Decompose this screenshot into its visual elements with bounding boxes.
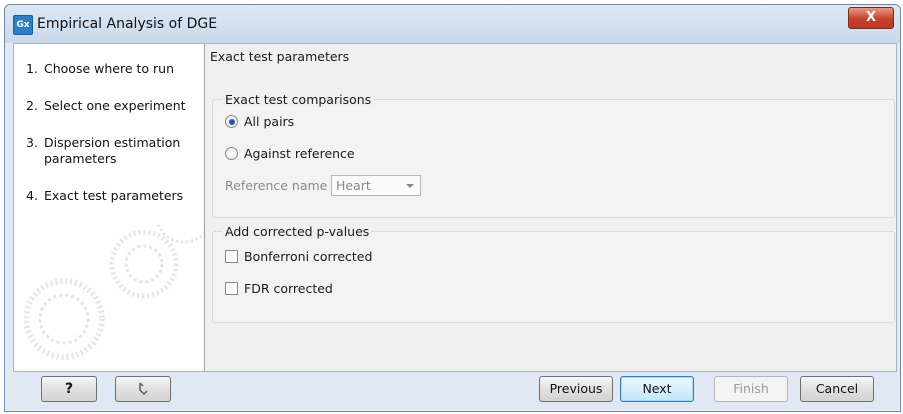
- window-title: Empirical Analysis of DGE: [37, 16, 218, 32]
- app-icon: Gx: [13, 15, 33, 35]
- watermark-logo: [24, 224, 204, 360]
- reference-name-label: Reference name: [225, 178, 328, 193]
- close-button[interactable]: X: [848, 7, 894, 29]
- button-bar: ? Previous Next Finish Cancel: [13, 371, 895, 411]
- wizard-dialog: Gx Empirical Analysis of DGE X 1. Choose…: [4, 4, 901, 412]
- step-label: Exact test parameters: [44, 188, 184, 203]
- radio-against-reference[interactable]: Against reference: [225, 146, 355, 161]
- step-number: 2.: [26, 98, 38, 113]
- step-number: 4.: [26, 188, 38, 203]
- checkbox[interactable]: [225, 250, 238, 263]
- step-choose-where-to-run: 1. Choose where to run: [26, 61, 202, 77]
- finish-button[interactable]: Finish: [714, 376, 788, 402]
- previous-button[interactable]: Previous: [539, 376, 613, 402]
- chevron-down-icon: [406, 184, 414, 188]
- page-title: Exact test parameters: [210, 49, 350, 64]
- step-dispersion-estimation: 3. Dispersion estimation parameters: [26, 135, 186, 167]
- restore-defaults-button[interactable]: [115, 376, 171, 402]
- step-number: 3.: [26, 135, 38, 150]
- step-label: Choose where to run: [44, 61, 174, 76]
- checkbox-fdr[interactable]: FDR corrected: [225, 281, 333, 296]
- dialog-body: 1. Choose where to run 2. Select one exp…: [13, 43, 897, 372]
- checkbox-label: Bonferroni corrected: [244, 249, 373, 264]
- radio-label: Against reference: [244, 146, 355, 161]
- main-panel: Exact test parameters Exact test compari…: [205, 44, 896, 371]
- radio-label: All pairs: [244, 114, 295, 129]
- step-exact-test-parameters: 4. Exact test parameters: [26, 188, 202, 204]
- checkbox[interactable]: [225, 282, 238, 295]
- reference-name-dropdown[interactable]: Heart: [331, 175, 421, 196]
- next-button[interactable]: Next: [620, 376, 694, 402]
- checkbox-bonferroni[interactable]: Bonferroni corrected: [225, 249, 372, 264]
- wizard-steps-panel: 1. Choose where to run 2. Select one exp…: [14, 44, 205, 371]
- group-title: Add corrected p-values: [223, 224, 372, 239]
- step-label: Dispersion estimation parameters: [44, 135, 181, 166]
- exact-test-comparisons-group: Exact test comparisons All pairs Against…: [212, 92, 895, 218]
- cancel-button[interactable]: Cancel: [800, 376, 874, 402]
- radio-button[interactable]: [225, 115, 238, 128]
- radio-all-pairs[interactable]: All pairs: [225, 114, 294, 129]
- radio-button[interactable]: [225, 147, 238, 160]
- step-select-experiment: 2. Select one experiment: [26, 98, 202, 114]
- restore-defaults-icon: [139, 382, 148, 395]
- step-number: 1.: [26, 61, 38, 76]
- title-bar: Gx Empirical Analysis of DGE X: [5, 5, 900, 43]
- corrected-p-values-group: Add corrected p-values Bonferroni correc…: [212, 224, 895, 323]
- step-label: Select one experiment: [44, 98, 186, 113]
- dropdown-value: Heart: [336, 178, 371, 193]
- group-title: Exact test comparisons: [223, 92, 374, 107]
- checkbox-label: FDR corrected: [244, 281, 333, 296]
- help-button[interactable]: ?: [41, 376, 97, 402]
